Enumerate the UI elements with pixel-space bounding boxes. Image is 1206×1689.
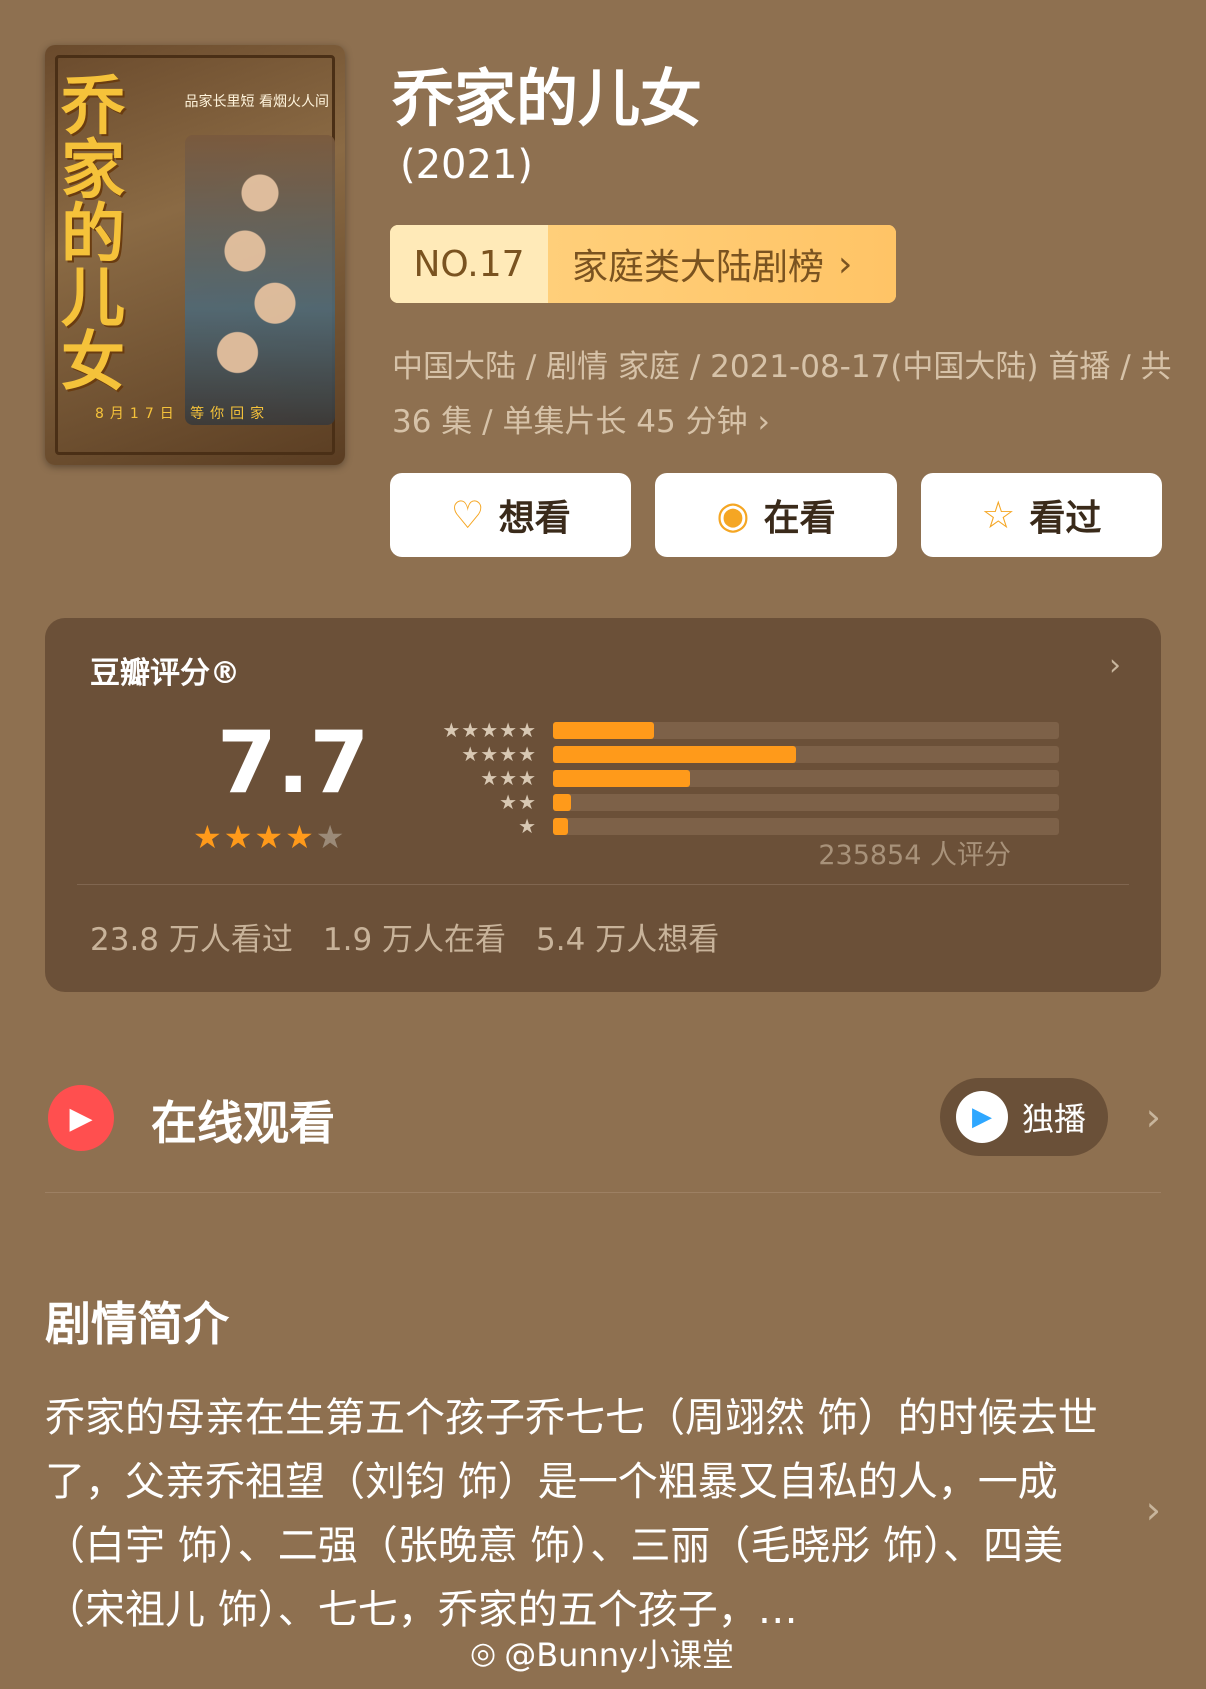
exclusive-label: 独播 [1022,1100,1087,1138]
star-filled-icon: ★ [254,818,286,856]
rating-stars: ★★★★★ [193,818,346,856]
chevron-right-icon: › [838,243,853,285]
watching-button[interactable]: ◉ 在看 [655,473,897,557]
meta-text: 中国大陆 / 剧情 家庭 / 2021-08-17(中国大陆) 首播 / 共 3… [392,349,1172,440]
rating-dist-row: ★★★ [385,766,1059,790]
tencent-video-icon: ▶ [956,1091,1008,1143]
rating-dist-stars: ★★★ [480,766,537,790]
exclusive-platform-pill[interactable]: ▶ 独播 [940,1078,1108,1156]
rating-dist-bar [553,745,796,763]
poster-title-art: 乔家的儿女 [61,70,125,400]
rating-dist-track [553,793,1059,811]
rating-dist-bar [553,769,690,787]
star-outline-icon: ☆ [981,493,1016,537]
divider [77,884,1129,885]
rating-dist-stars: ★★★★★ [442,718,537,742]
rating-dist-row: ★★ [385,790,1059,814]
rating-dist-stars: ★★ [499,790,537,814]
star-filled-icon: ★ [285,818,316,856]
poster-tagline: 品家长里短 看烟火人间 [184,94,329,110]
rating-dist-bar [553,721,655,739]
star-filled-icon: ★ [193,818,224,856]
watched-button[interactable]: ☆ 看过 [920,473,1162,557]
watch-stats: 23.8 万人看过 1.9 万人在看 5.4 万人想看 [90,914,719,959]
douban-rating-card[interactable]: 豆瓣评分® › 7.7 ★★★★★ ★★★★★ ★★★★ ★★★ ★★ ★ 235854… [45,618,1161,992]
rank-category: 家庭类大陆剧榜 › [548,225,896,303]
poster-cast-photo [185,135,335,425]
watched-label: 看过 [1029,498,1102,539]
action-buttons: ♡ 想看 ◉ 在看 ☆ 看过 [390,473,1162,557]
rank-number: NO.17 [390,225,548,303]
show-title: 乔家的儿女 [392,62,703,135]
rating-score: 7.7 [217,713,370,813]
want-to-watch-button[interactable]: ♡ 想看 [390,473,632,557]
chevron-right-icon: › [1145,1488,1161,1532]
watermark-text: @Bunny小课堂 [504,1636,734,1674]
synopsis-text[interactable]: 乔家的母亲在生第五个孩子乔七七（周翊然 饰）的时候去世了，父亲乔祖望（刘钧 饰）… [45,1386,1125,1642]
divider [45,1192,1161,1193]
rating-dist-track [553,769,1059,787]
rating-dist-track [553,721,1059,739]
watching-count: 1.9 万人在看 [322,922,507,958]
target-icon: ◉ [716,493,750,537]
star-filled-icon: ★ [223,818,255,856]
rank-category-label: 家庭类大陆剧榜 [572,247,825,288]
rating-dist-row: ★★★★★ [385,718,1059,742]
rating-dist-bar [553,817,569,835]
want-to-watch-label: 想看 [498,498,571,539]
online-watch-row[interactable]: ▶ 在线观看 ▶ 独播 › [45,1075,1161,1165]
rating-dist-row: ★★★★ [385,742,1059,766]
show-year: (2021) [400,142,534,188]
heart-plus-icon: ♡ [450,493,485,537]
chevron-right-icon: › [1109,648,1121,683]
rating-dist-track [553,745,1059,763]
play-icon: ▶ [48,1085,114,1151]
weibo-icon: ◎ [470,1635,497,1671]
rating-dist-bar [553,793,571,811]
rating-dist-stars: ★ [518,814,537,838]
want-count: 5.4 万人想看 [536,922,720,958]
rating-label: 豆瓣评分® [90,656,240,691]
poster-image[interactable]: 乔家的儿女 品家长里短 看烟火人间 8月17日 等你回家 [45,45,345,465]
rank-badge[interactable]: NO.17 家庭类大陆剧榜 › [390,225,896,303]
chevron-right-icon: › [1145,1095,1161,1139]
rating-distribution: ★★★★★ ★★★★ ★★★ ★★ ★ [385,718,1059,838]
watermark: ◎ @Bunny小课堂 [470,1630,734,1676]
star-empty-icon: ★ [315,818,347,856]
chevron-right-icon: › [757,404,770,440]
rating-count: 235854 人评分 [818,840,1011,871]
watching-label: 在看 [763,498,836,539]
show-meta-info[interactable]: 中国大陆 / 剧情 家庭 / 2021-08-17(中国大陆) 首播 / 共 3… [392,340,1182,450]
poster-date-line: 8月17日 等你回家 [95,406,271,422]
watched-count: 23.8 万人看过 [90,922,293,958]
synopsis-title: 剧情简介 [45,1297,229,1351]
online-watch-label: 在线观看 [151,1096,335,1150]
rating-dist-stars: ★★★★ [461,742,537,766]
rating-dist-track [553,817,1059,835]
